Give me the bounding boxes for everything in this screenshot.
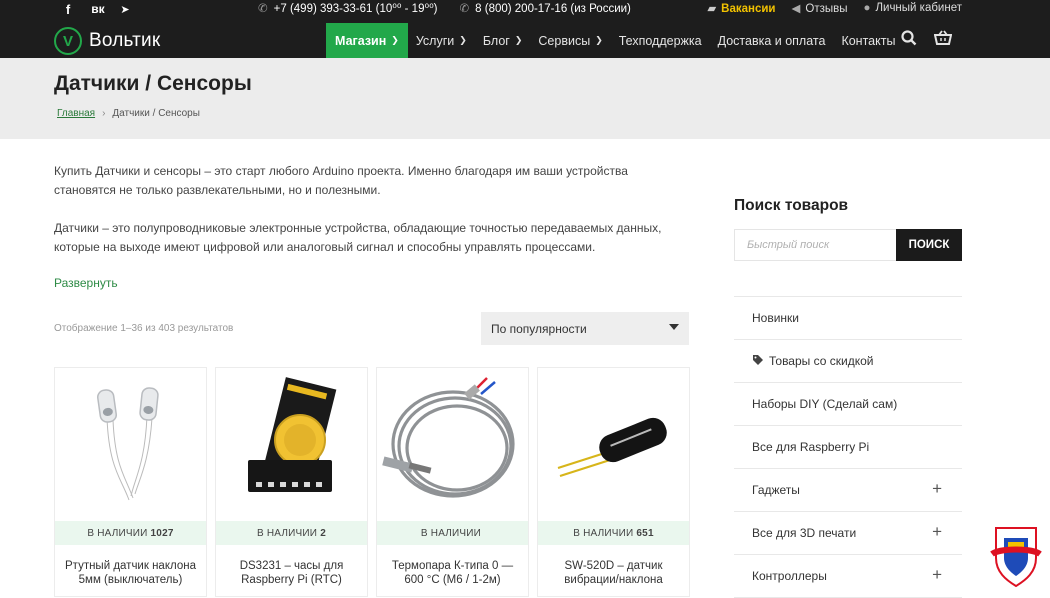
category-description: Купить Датчики и сенсоры – это старт люб… [54, 162, 674, 257]
vacancies-link[interactable]: ▰ Вакансии [707, 1, 775, 15]
category-item-new[interactable]: Новинки [734, 297, 962, 340]
nav-contacts[interactable]: Контакты [833, 23, 903, 58]
nav-delivery[interactable]: Доставка и оплата [710, 23, 834, 58]
account-link[interactable]: ● Личный кабинет [864, 2, 962, 14]
telegram-icon[interactable]: ➤ [117, 3, 133, 16]
expand-link[interactable]: Развернуть [54, 276, 118, 290]
chevron-right-icon: › [102, 108, 106, 119]
nav-services[interactable]: Услуги ❯ [408, 23, 475, 58]
chevron-down-icon: ❯ [391, 35, 399, 45]
phone-moscow[interactable]: ✆ +7 (499) 393-33-61 (10⁰⁰ - 19⁰⁰) [258, 1, 438, 15]
briefcase-icon: ▰ [707, 3, 717, 15]
logo-text: Вольтик [89, 30, 161, 51]
nav-tools[interactable]: Сервисы ❯ [530, 23, 610, 58]
breadcrumb-home[interactable]: Главная [57, 108, 95, 119]
site-logo[interactable]: V Вольтик [54, 27, 160, 55]
nav-blog[interactable]: Блог ❯ [475, 23, 531, 58]
product-image-sw520d[interactable] [538, 368, 689, 518]
reviews-link[interactable]: ◀ Отзывы [792, 1, 848, 15]
phone-numbers: ✆ +7 (499) 393-33-61 (10⁰⁰ - 19⁰⁰) ✆ 8 (80… [258, 1, 631, 15]
stock-badge: В НАЛИЧИИ 2 [216, 521, 367, 545]
tag-icon [752, 354, 764, 369]
sidebar-search-title: Поиск товаров [734, 197, 849, 214]
category-list: Новинки Товары со скидкой Наборы DIY (Сд… [734, 296, 962, 598]
phone-icon: ✆ [459, 3, 470, 15]
facebook-icon[interactable]: f [61, 2, 75, 17]
product-name[interactable]: DS3231 – часы для Raspberry Pi (RTC) [222, 559, 361, 587]
caret-down-icon [669, 324, 679, 330]
product-card[interactable]: В НАЛИЧИИ Термопара К-типа 0 — 600 °C (М… [376, 367, 529, 597]
phone-russia[interactable]: ✆ 8 (800) 200-17-16 (из России) [460, 1, 631, 15]
plus-icon[interactable]: + [932, 522, 942, 542]
social-links: f вк ➤ [61, 0, 133, 18]
product-name[interactable]: Термопара К-типа 0 — 600 °C (М6 / 1-2м) [383, 559, 522, 587]
chevron-down-icon: ❯ [514, 35, 523, 45]
breadcrumb-current: Датчики / Сенсоры [112, 108, 200, 119]
breadcrumb: Главная › Датчики / Сенсоры [57, 108, 200, 119]
plus-icon[interactable]: + [932, 565, 942, 585]
sort-select[interactable]: По популярности [481, 312, 689, 345]
title-band: Датчики / Сенсоры Главная › Датчики / Сенс… [0, 58, 1050, 139]
category-item-controllers[interactable]: Контроллеры + [734, 555, 962, 598]
search-icon[interactable] [901, 30, 917, 51]
user-icon: ● [863, 2, 871, 14]
product-card[interactable]: В НАЛИЧИИ 651 SW-520D – датчик вибрации/н… [537, 367, 690, 597]
intro-paragraph: Датчики – это полупроводниковые электрон… [54, 221, 662, 254]
search-button[interactable]: ПОИСК [896, 229, 962, 261]
category-item-diy[interactable]: Наборы DIY (Сделай сам) [734, 383, 962, 426]
main-nav: Магазин ❯ Услуги ❯ Блог ❯ Сервисы ❯ Техподде… [326, 23, 903, 58]
chevron-down-icon: ❯ [595, 35, 603, 45]
category-item-discount[interactable]: Товары со скидкой [734, 340, 962, 383]
plus-icon[interactable]: + [932, 479, 942, 499]
top-links: ▰ Вакансии ◀ Отзывы ● Личный кабинет [707, 1, 962, 15]
product-image-ds3231[interactable] [216, 368, 367, 518]
regional-emblem-watermark [986, 524, 1046, 588]
megaphone-icon: ◀ [791, 3, 801, 15]
product-image-mercury-switch[interactable] [55, 368, 206, 518]
chevron-down-icon: ❯ [459, 35, 467, 45]
nav-shop[interactable]: Магазин ❯ [326, 23, 408, 58]
category-item-gadgets[interactable]: Гаджеты + [734, 469, 962, 512]
search-field-wrap [734, 229, 897, 261]
stock-badge: В НАЛИЧИИ 651 [538, 521, 689, 545]
product-name[interactable]: SW-520D – датчик вибрации/наклона [544, 559, 683, 587]
logo-mark: V [54, 27, 82, 55]
sort-value: По популярности [491, 321, 587, 336]
search-input[interactable] [735, 230, 897, 260]
cart-icon[interactable] [933, 30, 953, 51]
nav-support[interactable]: Техподдержка [611, 23, 710, 58]
product-image-thermocouple[interactable] [377, 368, 528, 518]
header-bar: f вк ➤ ✆ +7 (499) 393-33-61 (10⁰⁰ - 19⁰⁰)… [0, 0, 1050, 58]
stock-badge: В НАЛИЧИИ [377, 521, 528, 545]
stock-badge: В НАЛИЧИИ 1027 [55, 521, 206, 545]
category-item-3d-printing[interactable]: Все для 3D печати + [734, 512, 962, 555]
phone-icon: ✆ [258, 3, 268, 15]
result-count: Отображение 1–36 из 403 результатов [54, 323, 234, 334]
product-card[interactable]: В НАЛИЧИИ 2 DS3231 – часы для Raspberry P… [215, 367, 368, 597]
page-title: Датчики / Сенсоры [54, 72, 252, 95]
product-card[interactable]: В НАЛИЧИИ 1027 Ртутный датчик наклона 5мм… [54, 367, 207, 597]
vk-icon[interactable]: вк [87, 2, 109, 16]
intro-paragraph: Купить Датчики и сенсоры – это старт люб… [54, 164, 628, 197]
product-name[interactable]: Ртутный датчик наклона 5мм (выключатель) [61, 559, 200, 587]
category-item-raspberry[interactable]: Все для Raspberry Pi [734, 426, 962, 469]
